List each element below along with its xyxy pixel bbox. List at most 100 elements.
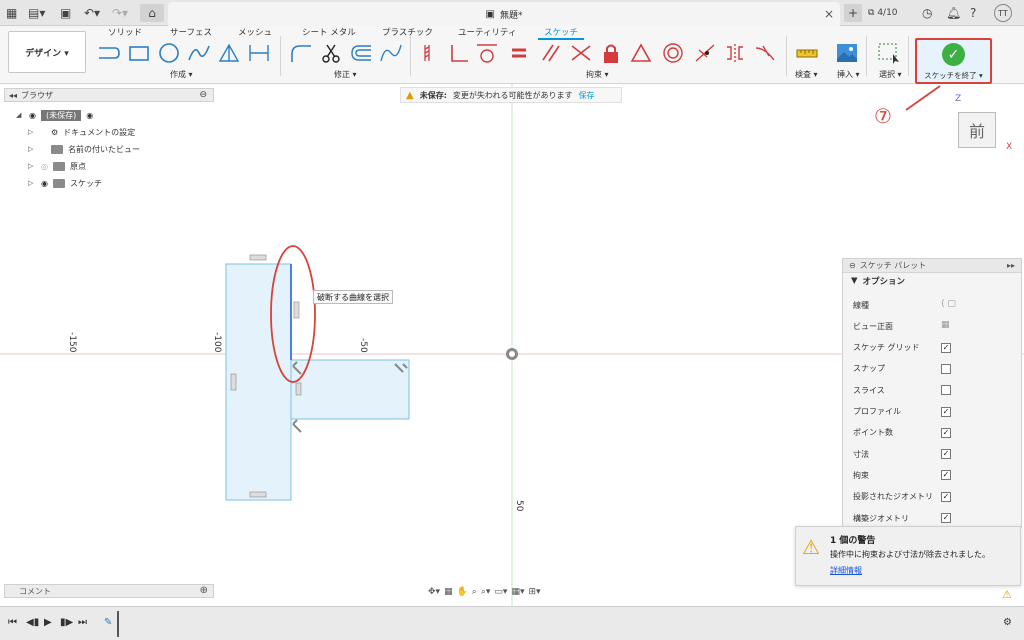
app-grid-icon[interactable]: ▦ [6,4,17,22]
coincident-constraint-icon[interactable] [418,40,444,66]
grid-settings-icon[interactable]: ▦▾ [511,587,524,597]
line-type-icon[interactable]: ⟨ ▢ [941,299,956,309]
insert-image-icon[interactable] [834,40,860,66]
redo-icon[interactable]: ↷▾ [112,4,128,22]
group-inspect[interactable]: 検査 ▾ [795,69,818,80]
palette-section-options[interactable]: ▼ オプション [843,273,1021,289]
skip-end-icon[interactable]: ⏭ [78,617,87,628]
orbit-icon[interactable]: ✥▾ [428,587,440,597]
pan-icon[interactable]: ✋ [457,587,468,597]
curve-tool-icon[interactable] [378,40,404,66]
fillet-tool-icon[interactable] [288,40,314,66]
save-icon[interactable]: ▣ [60,4,71,22]
palette-option-row[interactable]: ポイント数 ✓ [853,425,1013,441]
perpendicular-constraint-icon[interactable] [446,40,472,66]
palette-option-row[interactable]: 拘束 ✓ [853,467,1013,483]
tab-utility[interactable]: ユーティリティ [458,26,516,38]
viewcube[interactable]: 前 [958,112,996,148]
tab-sketch[interactable]: スケッチ [538,26,585,40]
expand-icon[interactable]: ▷ [28,162,36,170]
display-settings-icon[interactable]: ▭▾ [494,587,507,597]
triangle-constraint-icon[interactable] [628,40,654,66]
step-forward-icon[interactable]: ▮▶ [60,617,73,628]
group-constraints[interactable]: 拘束 ▾ [586,69,609,80]
palette-option-row[interactable]: スナップ [853,361,1013,377]
rectangle-tool-icon[interactable] [126,40,152,66]
user-avatar[interactable]: TT [994,4,1012,22]
expand-icon[interactable]: ◢ [16,111,24,119]
group-modify[interactable]: 修正 ▾ [334,69,357,80]
viewports-icon[interactable]: ⊞▾ [528,587,540,597]
settings-gear-icon[interactable]: ⚙ [1003,617,1012,628]
help-icon[interactable]: ? [970,4,976,22]
option-checkbox[interactable] [941,363,951,374]
group-create[interactable]: 作成 ▾ [170,69,193,80]
notification-icon[interactable]: 🔔︎ [946,4,961,22]
new-tab-icon[interactable]: + [844,4,862,22]
expand-palette-icon[interactable]: ▸▸ [1007,261,1015,270]
tab-solid[interactable]: ソリッド [108,26,142,38]
palette-option-row[interactable]: プロファイル ✓ [853,404,1013,420]
play-icon[interactable]: ▶ [44,617,52,628]
browser-item-named-views[interactable]: ▷ 名前の付いたビュー [28,142,140,156]
browser-item-sketches[interactable]: ▷ ◉ スケッチ [28,176,102,190]
collapse-panel-icon[interactable]: ◂◂ [9,91,17,100]
eye-icon[interactable]: ◉ [41,179,48,188]
measure-tool-icon[interactable] [794,40,820,66]
expand-icon[interactable]: ▷ [28,179,36,187]
palette-option-row[interactable]: 線種 ⟨ ▢ [853,297,1013,313]
finish-sketch-button[interactable]: ✓ スケッチを終了 ▾ [915,38,992,84]
triangle-tool-icon[interactable] [216,40,242,66]
option-checkbox[interactable]: ✓ [941,406,951,417]
clock-icon[interactable]: ◷ [922,4,932,22]
eye-hidden-icon[interactable]: ◎ [41,162,48,171]
look-at-icon[interactable]: ▦ [941,320,950,330]
step-back-icon[interactable]: ◀▮ [26,617,39,628]
look-at-icon[interactable]: ▦ [444,587,453,597]
palette-minimize-icon[interactable]: ⊖ [849,261,856,270]
eye-icon[interactable]: ◉ [29,111,36,120]
timeline-marker[interactable] [117,611,119,637]
option-checkbox[interactable]: ✓ [941,427,951,438]
parallel-constraint-icon[interactable] [538,40,564,66]
palette-option-row[interactable]: スケッチ グリッド ✓ [853,340,1013,356]
browser-item-origin[interactable]: ▷ ◎ 原点 [28,159,86,173]
select-tool-icon[interactable] [876,40,902,66]
panel-minimize-icon[interactable]: ⊖ [199,90,207,100]
spline-tool-icon[interactable] [186,40,212,66]
browser-panel-header[interactable]: ◂◂ ブラウザ ⊖ [4,88,214,102]
group-select[interactable]: 選択 ▾ [879,69,902,80]
zoom-fit-icon[interactable]: ⌕▾ [481,587,491,597]
browser-root[interactable]: ◢ ◉ (未保存) ◉ [16,108,93,122]
palette-option-row[interactable]: 投影されたジオメトリ ✓ [853,489,1013,505]
tab-surface[interactable]: サーフェス [170,26,212,38]
palette-option-row[interactable]: 寸法 ✓ [853,446,1013,462]
comment-panel[interactable]: コメント ⊕ [4,584,214,598]
option-checkbox[interactable]: ✓ [941,470,951,481]
group-insert[interactable]: 挿入 ▾ [837,69,860,80]
browser-item-document-settings[interactable]: ▷ ⚙ ドキュメントの設定 [28,125,135,139]
concentric-constraint-icon[interactable] [660,40,686,66]
palette-header[interactable]: ⊖ スケッチ パレット ▸▸ [843,259,1021,273]
expand-icon[interactable]: ▷ [28,128,36,136]
add-comment-icon[interactable]: ⊕ [200,585,208,596]
job-status[interactable]: ⧉ 4/10 [868,4,898,22]
option-checkbox[interactable] [941,385,951,396]
option-checkbox[interactable]: ✓ [941,342,951,353]
tab-mesh[interactable]: メッシュ [238,26,272,38]
symmetry-constraint-icon[interactable] [722,40,748,66]
palette-option-row[interactable]: スライス [853,382,1013,398]
option-checkbox[interactable]: ✓ [941,491,951,502]
dimension-tool-icon[interactable] [246,40,272,66]
warning-status-icon[interactable]: ⚠ [1002,588,1012,601]
palette-option-row[interactable]: 構築ジオメトリ ✓ [853,510,1013,526]
document-tab[interactable]: ▣ 無題* × [168,2,840,26]
skip-start-icon[interactable]: ⏮ [8,617,17,628]
undo-icon[interactable]: ↶▾ [84,4,100,22]
tab-sheet-metal[interactable]: シート メタル [302,26,356,38]
line-tool-icon[interactable] [96,40,122,66]
offset-tool-icon[interactable] [348,40,374,66]
save-link[interactable]: 保存 [579,90,595,101]
timeline-sketch-feature-icon[interactable]: ✎ [104,617,112,628]
equal-constraint-icon[interactable] [506,40,532,66]
